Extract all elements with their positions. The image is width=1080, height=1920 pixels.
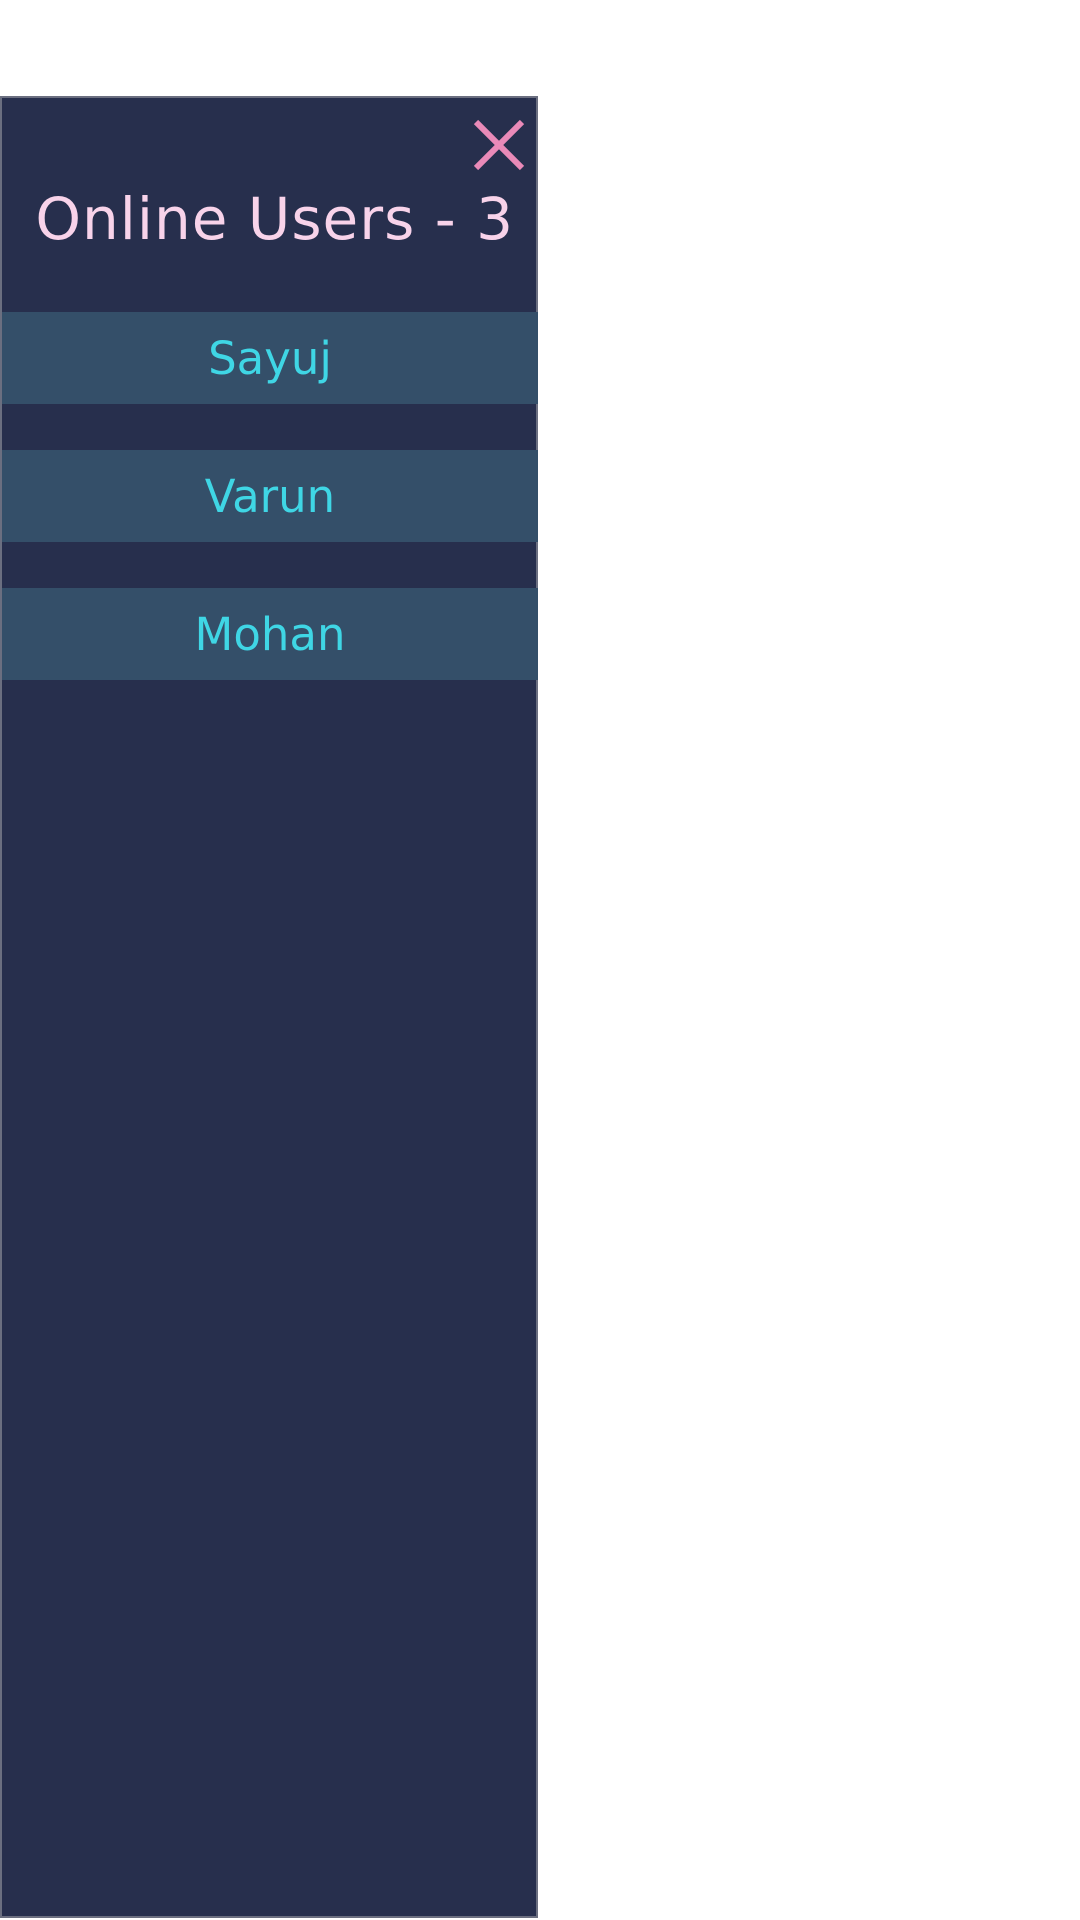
page: Online Users - 3 Sayuj Varun Mohan bbox=[0, 0, 1080, 1920]
user-item-mohan[interactable]: Mohan bbox=[2, 588, 538, 680]
user-name: Mohan bbox=[194, 607, 346, 661]
panel-title: Online Users - 3 bbox=[35, 185, 514, 253]
user-list: Sayuj Varun Mohan bbox=[2, 312, 538, 726]
user-name: Varun bbox=[204, 469, 336, 523]
online-users-panel: Online Users - 3 Sayuj Varun Mohan bbox=[0, 96, 538, 1918]
user-name: Sayuj bbox=[208, 331, 332, 385]
user-item-sayuj[interactable]: Sayuj bbox=[2, 312, 538, 404]
close-icon bbox=[473, 119, 525, 171]
user-item-varun[interactable]: Varun bbox=[2, 450, 538, 542]
close-button[interactable] bbox=[472, 118, 526, 172]
